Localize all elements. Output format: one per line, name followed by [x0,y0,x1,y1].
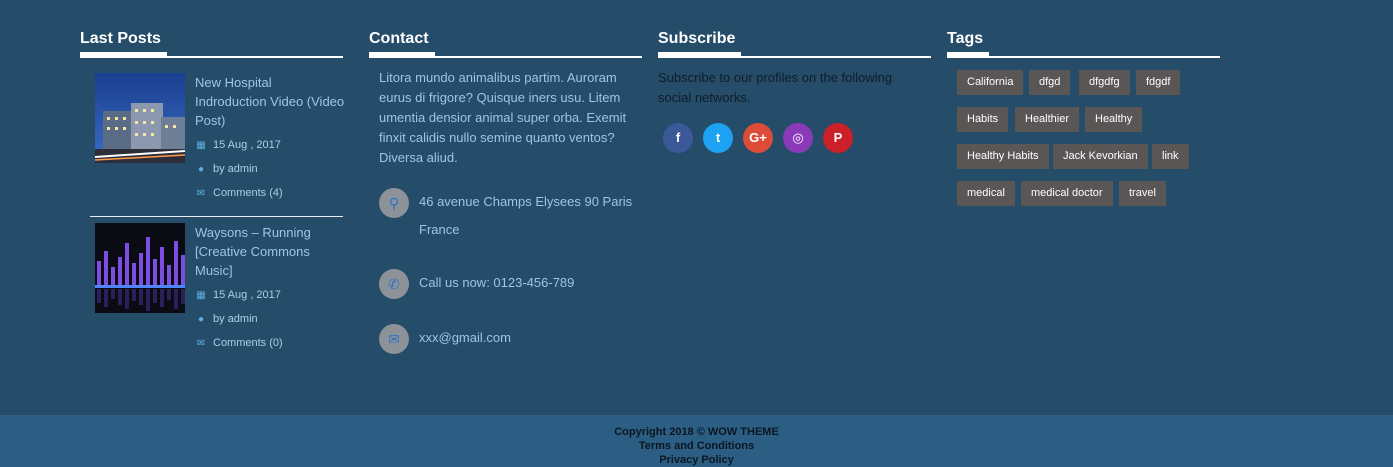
post-title-link[interactable]: Waysons – Running [Creative Commons Musi… [195,223,345,280]
tag-link[interactable]: travel [1119,181,1166,206]
contact-heading: Contact [369,30,642,58]
post-date: ▦ 15 Aug , 2017 [196,139,281,151]
tag-link[interactable]: medical [957,181,1015,206]
last-posts-heading: Last Posts [80,30,343,58]
terms-link[interactable]: Terms and Conditions [0,439,1393,453]
privacy-link[interactable]: Privacy Policy [0,453,1393,467]
tag-link[interactable]: Healthy Habits [957,144,1049,169]
contact-description: Litora mundo animalibus partim. Auroram … [379,70,627,165]
phone-icon: ✆ [379,269,409,299]
subscribe-heading: Subscribe [658,30,931,58]
facebook-icon[interactable]: f [663,123,693,153]
subscribe-description: Subscribe to our profiles on the followi… [658,70,893,105]
address-text: 46 avenue Champs Elysees 90 Paris France [419,194,633,237]
tag-link[interactable]: Healthy [1085,107,1143,132]
tag-link[interactable]: dfgdfg [1079,70,1130,95]
calendar-icon: ▦ [196,290,206,301]
twitter-icon[interactable]: t [703,123,733,153]
post-thumbnail-music[interactable] [95,223,185,313]
instagram-icon[interactable]: ◎ [783,123,813,153]
post-divider [90,216,343,217]
tag-link[interactable]: Habits [957,107,1009,132]
comments-icon: ✉ [196,338,206,349]
google-plus-icon[interactable]: G+ [743,123,773,153]
tag-link[interactable]: dfgd [1029,70,1071,95]
email-text[interactable]: xxx@gmail.com [419,324,511,352]
tag-link[interactable]: California [957,70,1024,95]
tag-link[interactable]: Healthier [1015,107,1080,132]
footer-widgets: Last Posts New Hospital Indroduction Vid… [0,0,1393,415]
post-date: ▦ 15 Aug , 2017 [196,289,281,301]
post-author: ● by admin [195,313,258,325]
pinterest-icon[interactable]: P [823,123,853,153]
copyright-text: Copyright 2018 © WOW THEME [614,426,779,438]
comments-icon: ✉ [196,188,206,199]
tags-widget: Tags California dfgd dfgdfg fdgdf Habits… [947,30,1220,206]
map-marker-icon: ⚲ [379,188,409,218]
post-thumbnail-hospital[interactable] [95,73,185,163]
tag-link[interactable]: link [1152,144,1189,169]
phone-text: Call us now: 0123-456-789 [419,275,575,290]
last-posts-widget: Last Posts New Hospital Indroduction Vid… [80,30,344,349]
tag-link[interactable]: fdgdf [1136,70,1181,95]
post-comments[interactable]: ✉ Comments (0) [195,337,283,349]
footer-bottom-bar: Copyright 2018 © WOW THEME Terms and Con… [0,415,1393,467]
tags-heading: Tags [947,30,1220,58]
calendar-icon: ▦ [196,140,206,151]
post-comments[interactable]: ✉ Comments (4) [195,187,283,199]
tag-link[interactable]: medical doctor [1021,181,1113,206]
user-icon: ● [197,164,205,175]
subscribe-widget: Subscribe Subscribe to our profiles on t… [658,30,931,153]
user-icon: ● [197,314,205,325]
contact-widget: Contact Litora mundo animalibus partim. … [369,30,642,354]
tag-link[interactable]: Jack Kevorkian [1053,144,1148,169]
post-title-link[interactable]: New Hospital Indroduction Video (Video P… [195,73,345,130]
envelope-icon: ✉ [379,324,409,354]
post-author: ● by admin [195,163,258,175]
